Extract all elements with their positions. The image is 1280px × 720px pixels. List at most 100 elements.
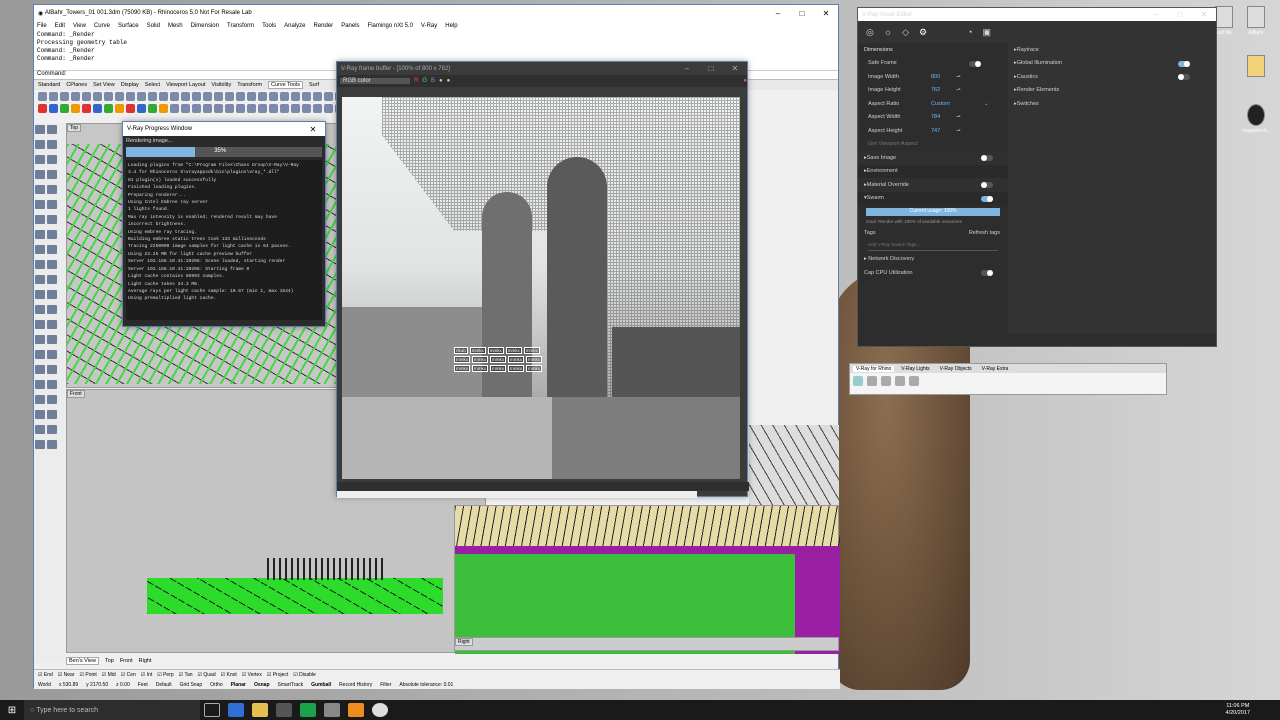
file-explorer-icon[interactable] xyxy=(252,703,268,717)
toolbar-tool-icon[interactable] xyxy=(148,103,157,113)
toolbar-tool-icon[interactable] xyxy=(137,103,146,113)
safe-frame-toggle[interactable] xyxy=(969,60,981,67)
left-tool-icon[interactable] xyxy=(47,305,57,314)
materials-icon[interactable]: ◎ xyxy=(866,27,874,38)
left-tool-icon[interactable] xyxy=(47,350,57,359)
toolbar-tool-icon[interactable] xyxy=(159,91,168,101)
frame-buffer-icon[interactable]: ▣ xyxy=(983,27,992,38)
setting-row[interactable]: Aspect Ratio Custom ⌄ xyxy=(858,97,1008,111)
task-view-icon[interactable] xyxy=(204,703,220,717)
render-setting-row[interactable]: ▸ Switches xyxy=(1008,97,1216,111)
spotify-icon[interactable] xyxy=(300,703,316,717)
left-tool-icon[interactable] xyxy=(47,335,57,344)
toolbar-tool-icon[interactable] xyxy=(324,91,333,101)
setting-row[interactable]: Image Height 762 ⇀ xyxy=(858,84,1008,98)
firefox-icon[interactable] xyxy=(348,703,364,717)
command-prompt-icon[interactable] xyxy=(276,703,292,717)
left-tool-icon[interactable] xyxy=(47,155,57,164)
layer-label[interactable]: Default xyxy=(156,682,172,688)
status-toggle[interactable]: Filter xyxy=(380,682,391,688)
toolbar-tool-icon[interactable] xyxy=(181,103,190,113)
osnap-checkbox[interactable]: ☑ Disable xyxy=(293,672,316,678)
setting-value[interactable]: Custom xyxy=(931,101,950,107)
refresh-tags-button[interactable]: Refresh tags xyxy=(969,230,1000,236)
toolbar-tab[interactable]: Surf xyxy=(309,82,319,88)
view-tab[interactable]: Ben's View xyxy=(66,657,99,665)
left-tool-icon[interactable] xyxy=(47,230,57,239)
menu-item[interactable]: Solid xyxy=(147,23,160,29)
menu-item[interactable]: V-Ray xyxy=(421,23,437,29)
left-tool-icon[interactable] xyxy=(35,290,45,299)
blue-channel-button[interactable]: B xyxy=(431,78,435,84)
toolbar-tool-icon[interactable] xyxy=(214,91,223,101)
setting-row[interactable]: Aspect Width 784 ⇀ xyxy=(858,111,1008,125)
toolbar-tool-icon[interactable] xyxy=(236,91,245,101)
green-channel-button[interactable]: G xyxy=(422,78,427,84)
menu-item[interactable]: Render xyxy=(314,23,334,29)
render-setting-row[interactable]: ▸ Render Elements xyxy=(1008,84,1216,98)
left-tool-icon[interactable] xyxy=(47,275,57,284)
toolbar-tool-icon[interactable] xyxy=(126,91,135,101)
menu-item[interactable]: Curve xyxy=(94,23,110,29)
left-tool-icon[interactable] xyxy=(47,425,57,434)
viewport-label[interactable]: Right xyxy=(455,638,473,646)
osnap-checkbox[interactable]: ☑ Project xyxy=(267,672,288,678)
left-tool-icon[interactable] xyxy=(47,365,57,374)
menu-item[interactable]: Flamingo nXt 5.0 xyxy=(368,23,413,29)
toolbar-tool-icon[interactable] xyxy=(104,103,113,113)
settings-icon[interactable]: ⚙ xyxy=(919,27,927,38)
desktop-icon-albahr[interactable]: AlBahr xyxy=(1242,6,1270,36)
osnap-checkbox[interactable]: ☑ Cen xyxy=(121,672,136,678)
group-toggle[interactable] xyxy=(981,155,993,161)
toolbar-tool-icon[interactable] xyxy=(60,103,69,113)
close-button[interactable]: ✕ xyxy=(1192,10,1216,19)
toolbar-tool-icon[interactable] xyxy=(280,91,289,101)
setting-row[interactable]: Image Width 800 ⇀ xyxy=(858,70,1008,84)
osnap-checkbox[interactable]: ☑ Knot xyxy=(221,672,237,678)
toolbar-tool-icon[interactable] xyxy=(49,103,58,113)
geometry-icon[interactable]: ◇ xyxy=(902,27,909,38)
close-button[interactable]: ✕ xyxy=(301,125,325,134)
minimize-button[interactable]: – xyxy=(1144,10,1168,19)
link-arrow-icon[interactable]: ⇀ xyxy=(956,87,961,93)
render-setting-row[interactable]: ▸ Raytrace xyxy=(1008,43,1216,57)
tags-input[interactable]: Add V-Ray Swarm Tags... xyxy=(868,242,998,251)
render-icon[interactable]: ◔ xyxy=(967,27,972,37)
left-tool-icon[interactable] xyxy=(35,200,45,209)
dimensions-section[interactable]: Dimensions xyxy=(858,43,1008,57)
vray-toolbar-tab[interactable]: V-Ray for Rhino xyxy=(853,365,895,372)
toolbar-tool-icon[interactable] xyxy=(71,91,80,101)
left-tool-icon[interactable] xyxy=(35,440,45,449)
toolbar-tool-icon[interactable] xyxy=(60,91,69,101)
settings-group[interactable]: ▸ Material Override xyxy=(858,178,1008,192)
toolbar-tool-icon[interactable] xyxy=(93,91,102,101)
left-tool-icon[interactable] xyxy=(35,350,45,359)
left-tool-icon[interactable] xyxy=(35,230,45,239)
left-tool-icon[interactable] xyxy=(35,275,45,284)
render-setting-row[interactable]: ▸ Caustics xyxy=(1008,70,1216,84)
setting-value[interactable]: 762 xyxy=(931,87,940,93)
setting-row[interactable]: Safe Frame xyxy=(858,57,1008,71)
toolbar-tool-icon[interactable] xyxy=(49,91,58,101)
toolbar-tool-icon[interactable] xyxy=(203,91,212,101)
left-tool-icon[interactable] xyxy=(35,140,45,149)
left-tool-icon[interactable] xyxy=(47,260,57,269)
menu-item[interactable]: Panels xyxy=(341,23,359,29)
render-setting-toggle[interactable] xyxy=(1178,60,1190,67)
left-tool-icon[interactable] xyxy=(47,380,57,389)
toolbar-tool-icon[interactable] xyxy=(148,91,157,101)
toolbar-tab[interactable]: Visibility xyxy=(211,82,231,88)
view-tab[interactable]: Right xyxy=(139,658,152,664)
left-tool-icon[interactable] xyxy=(47,440,57,449)
setting-value[interactable]: 747 xyxy=(931,128,940,134)
menu-item[interactable]: Transform xyxy=(227,23,254,29)
left-tool-icon[interactable] xyxy=(35,185,45,194)
menu-item[interactable]: Tools xyxy=(262,23,276,29)
menu-item[interactable]: Dimension xyxy=(191,23,219,29)
view-tab[interactable]: Top xyxy=(105,658,114,664)
link-arrow-icon[interactable]: ⇀ xyxy=(956,114,961,120)
status-toggle[interactable]: Ortho xyxy=(210,682,223,688)
render-button-icon[interactable] xyxy=(853,376,863,386)
cplane-label[interactable]: World xyxy=(38,682,51,688)
edge-icon[interactable] xyxy=(228,703,244,717)
